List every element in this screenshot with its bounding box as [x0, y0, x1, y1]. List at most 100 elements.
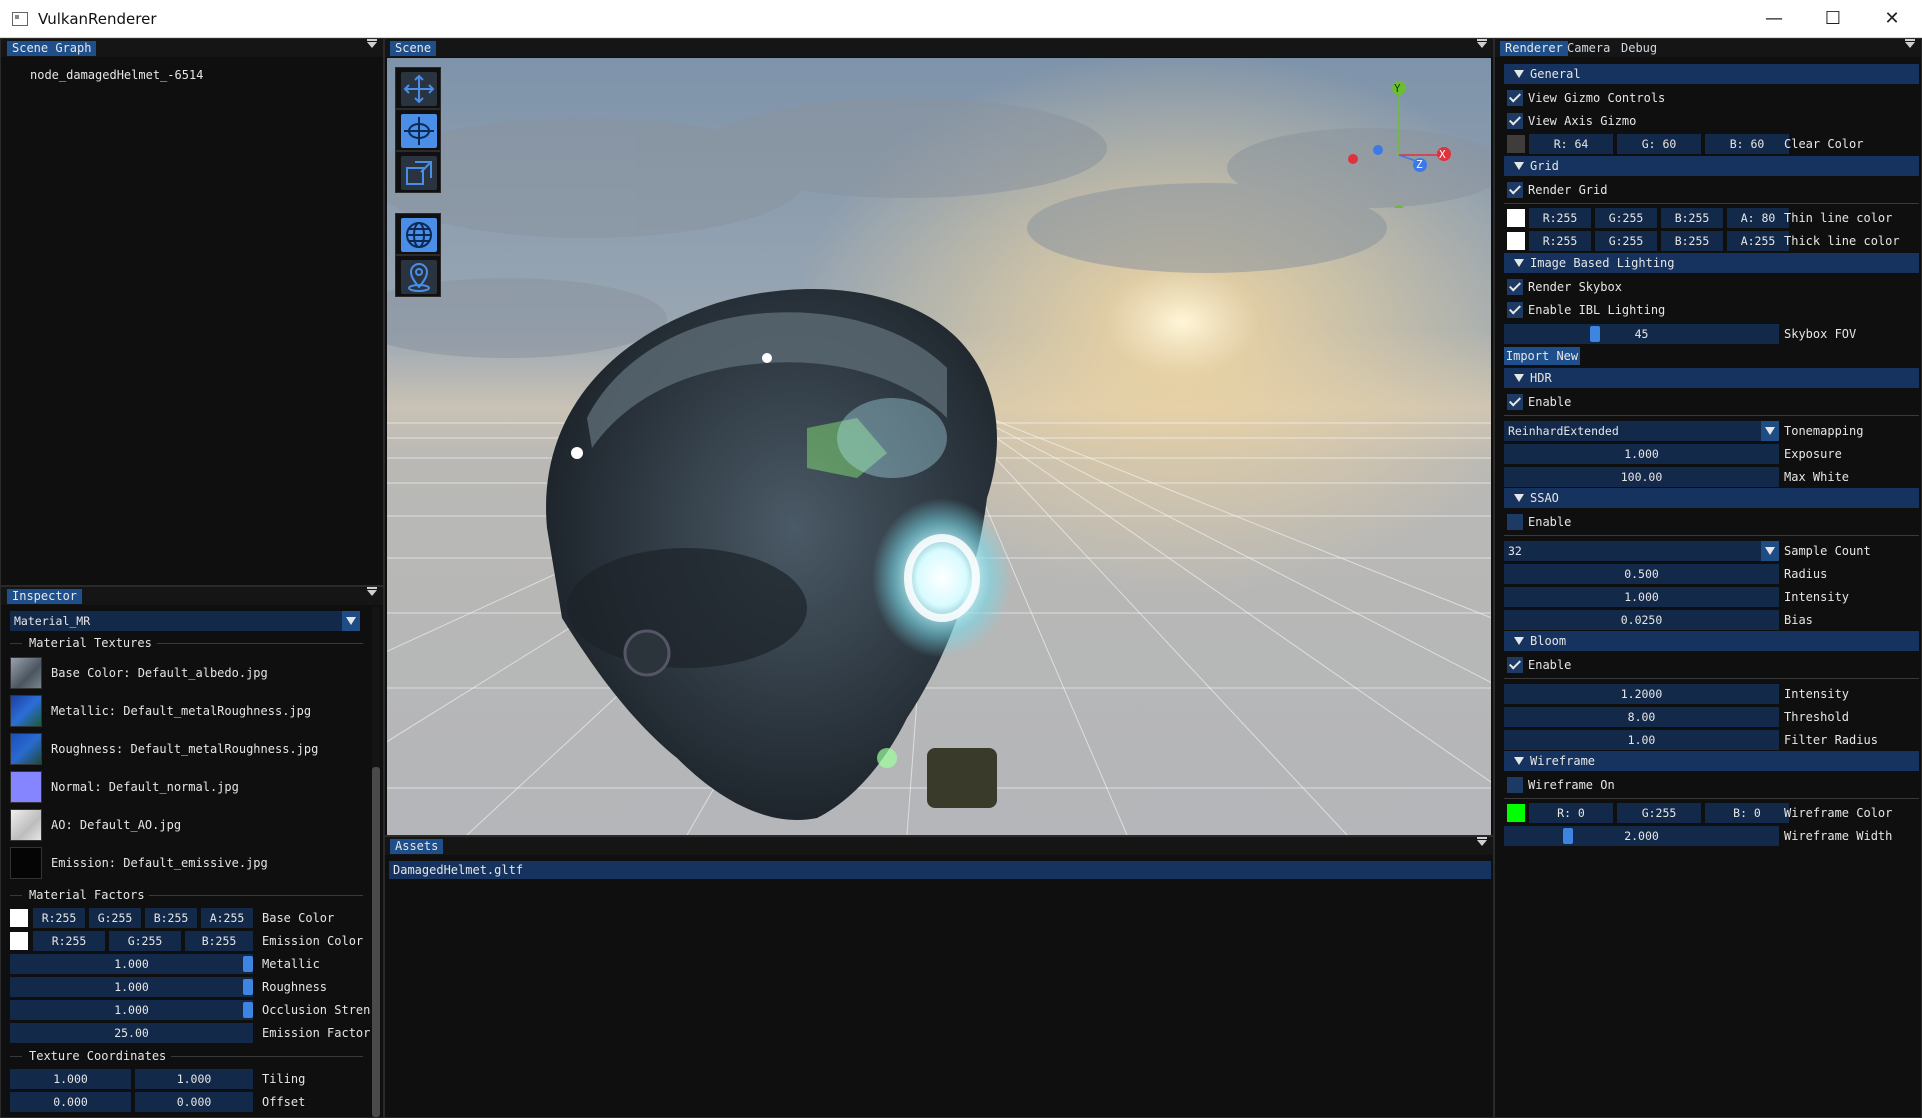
clear-color-swatch[interactable] [1507, 135, 1525, 153]
tab-scene[interactable]: Scene [390, 41, 437, 56]
offset-u[interactable]: 0.000 [10, 1092, 131, 1112]
scene-viewport[interactable]: Y X Z [387, 58, 1491, 835]
inspector-scrollbar-thumb[interactable] [372, 767, 380, 1117]
skybox-fov-slider[interactable]: 45 [1504, 324, 1779, 344]
hdr-enable-checkbox[interactable] [1507, 394, 1523, 410]
thick-line-swatch[interactable] [1507, 232, 1525, 250]
clear-color-r[interactable]: R: 64 [1529, 134, 1613, 154]
tiling-v[interactable]: 1.000 [135, 1069, 253, 1089]
thin-line-b[interactable]: B:255 [1661, 208, 1723, 228]
wireframe-color-g[interactable]: G:255 [1617, 803, 1701, 823]
panel-menu-icon[interactable] [1905, 39, 1915, 48]
thick-line-a[interactable]: A:255 [1727, 231, 1789, 251]
chevron-down-icon[interactable] [342, 611, 360, 631]
albedo-thumb-icon[interactable] [10, 657, 42, 689]
base-color-g[interactable]: G:255 [89, 908, 141, 928]
axis-gizmo[interactable] [1347, 78, 1467, 208]
render-skybox-checkbox[interactable] [1507, 279, 1523, 295]
panel-menu-icon[interactable] [1477, 837, 1487, 846]
base-color-a[interactable]: A:255 [201, 908, 253, 928]
thick-line-g[interactable]: G:255 [1595, 231, 1657, 251]
bloom-threshold-field[interactable]: 8.00 [1504, 707, 1779, 727]
wireframe-width-grab[interactable] [1563, 828, 1573, 844]
thin-line-swatch[interactable] [1507, 209, 1525, 227]
sample-count-select[interactable]: 32 [1504, 541, 1761, 561]
thick-line-b[interactable]: B:255 [1661, 231, 1723, 251]
world-space-button[interactable] [395, 213, 441, 255]
tonemapping-select[interactable]: ReinhardExtended [1504, 421, 1761, 441]
thin-line-a[interactable]: A: 80 [1727, 208, 1789, 228]
asset-item[interactable]: DamagedHelmet.gltf [389, 861, 1491, 879]
bloom-enable-checkbox[interactable] [1507, 657, 1523, 673]
max-white-field[interactable]: 100.00 [1504, 467, 1779, 487]
tab-debug[interactable]: Debug [1616, 41, 1662, 56]
base-color-r[interactable]: R:255 [33, 908, 85, 928]
emission-color-g[interactable]: G:255 [109, 931, 181, 951]
occlusion-slider-grab[interactable] [243, 1002, 253, 1018]
emission-color-swatch[interactable] [10, 932, 28, 950]
section-hdr[interactable]: HDR [1504, 368, 1919, 388]
bloom-filter-field[interactable]: 1.00 [1504, 730, 1779, 750]
section-ibl[interactable]: Image Based Lighting [1504, 253, 1919, 273]
roughness-slider[interactable]: 1.000 [10, 977, 253, 997]
tab-assets[interactable]: Assets [390, 839, 444, 854]
roughness-slider-grab[interactable] [243, 979, 253, 995]
tab-inspector[interactable]: Inspector [7, 589, 83, 604]
tab-camera[interactable]: Camera [1562, 41, 1615, 56]
wireframe-color-b[interactable]: B: 0 [1705, 803, 1789, 823]
bloom-intensity-field[interactable]: 1.2000 [1504, 684, 1779, 704]
material-select[interactable]: Material_MR [10, 611, 342, 631]
thick-line-r[interactable]: R:255 [1529, 231, 1591, 251]
panel-menu-icon[interactable] [1477, 39, 1487, 48]
view-gizmo-checkbox[interactable] [1507, 90, 1523, 106]
clear-color-b[interactable]: B: 60 [1705, 134, 1789, 154]
chevron-down-icon[interactable] [1761, 421, 1779, 441]
base-color-swatch[interactable] [10, 909, 28, 927]
panel-menu-icon[interactable] [367, 587, 377, 596]
offset-v[interactable]: 0.000 [135, 1092, 253, 1112]
wireframe-width-slider[interactable]: 2.000 [1504, 826, 1779, 846]
metal-thumb-icon[interactable] [10, 695, 42, 727]
thin-line-g[interactable]: G:255 [1595, 208, 1657, 228]
normal-thumb-icon[interactable] [10, 771, 42, 803]
section-ssao[interactable]: SSAO [1504, 488, 1919, 508]
exposure-field[interactable]: 1.000 [1504, 444, 1779, 464]
rough-thumb-icon[interactable] [10, 733, 42, 765]
wireframe-color-swatch[interactable] [1507, 804, 1525, 822]
tab-renderer[interactable]: Renderer [1500, 41, 1568, 56]
close-button[interactable]: ✕ [1863, 0, 1921, 38]
scale-tool-button[interactable] [395, 151, 441, 193]
tiling-u[interactable]: 1.000 [10, 1069, 131, 1089]
skybox-fov-grab[interactable] [1590, 326, 1600, 342]
clear-color-g[interactable]: G: 60 [1617, 134, 1701, 154]
occlusion-slider[interactable]: 1.000 [10, 1000, 253, 1020]
wireframe-on-checkbox[interactable] [1507, 777, 1523, 793]
section-general[interactable]: General [1504, 64, 1919, 84]
ssao-intensity-field[interactable]: 1.000 [1504, 587, 1779, 607]
minimize-button[interactable]: — [1745, 0, 1803, 38]
import-new-button[interactable]: Import New [1504, 347, 1580, 365]
ssao-radius-field[interactable]: 0.500 [1504, 564, 1779, 584]
emissive-thumb-icon[interactable] [10, 847, 42, 879]
section-grid[interactable]: Grid [1504, 156, 1919, 176]
thin-line-r[interactable]: R:255 [1529, 208, 1591, 228]
emission-factor-field[interactable]: 25.00 [10, 1023, 253, 1043]
rotate-tool-button[interactable] [395, 109, 441, 151]
chevron-down-icon[interactable] [1761, 541, 1779, 561]
local-space-button[interactable] [395, 255, 441, 297]
tab-scene-graph[interactable]: Scene Graph [7, 41, 97, 56]
ao-thumb-icon[interactable] [10, 809, 42, 841]
base-color-b[interactable]: B:255 [145, 908, 197, 928]
ssao-enable-checkbox[interactable] [1507, 514, 1523, 530]
move-tool-button[interactable] [395, 67, 441, 109]
panel-menu-icon[interactable] [367, 39, 377, 48]
render-grid-checkbox[interactable] [1507, 182, 1523, 198]
section-bloom[interactable]: Bloom [1504, 631, 1919, 651]
metallic-slider-grab[interactable] [243, 956, 253, 972]
view-axis-checkbox[interactable] [1507, 113, 1523, 129]
enable-ibl-checkbox[interactable] [1507, 302, 1523, 318]
section-wireframe[interactable]: Wireframe [1504, 751, 1919, 771]
maximize-button[interactable]: ☐ [1804, 0, 1862, 38]
metallic-slider[interactable]: 1.000 [10, 954, 253, 974]
scene-node[interactable]: node_damagedHelmet_-6514 [30, 66, 203, 84]
